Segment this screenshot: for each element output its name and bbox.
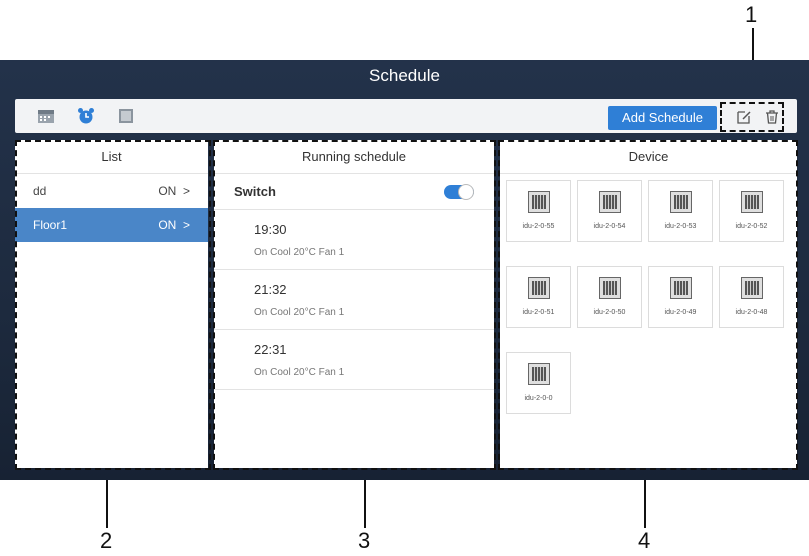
square-icon[interactable]	[117, 107, 135, 125]
add-schedule-button[interactable]: Add Schedule	[608, 106, 717, 130]
callout-box-running	[213, 140, 496, 470]
toolbar: Add Schedule	[15, 99, 797, 133]
callout-box-actions	[720, 102, 784, 132]
window-title: Schedule	[369, 66, 440, 85]
callout-3: 3	[358, 528, 371, 553]
callout-box-list	[15, 140, 211, 470]
alarm-clock-icon[interactable]	[77, 107, 95, 125]
callout-box-device	[498, 140, 798, 470]
callout-1: 1	[745, 2, 758, 27]
callout-2: 2	[100, 528, 113, 553]
calendar-icon[interactable]	[37, 107, 55, 125]
app-window: Schedule Add Schedule List dd ON > Floor…	[0, 60, 809, 480]
callout-4: 4	[638, 528, 651, 553]
